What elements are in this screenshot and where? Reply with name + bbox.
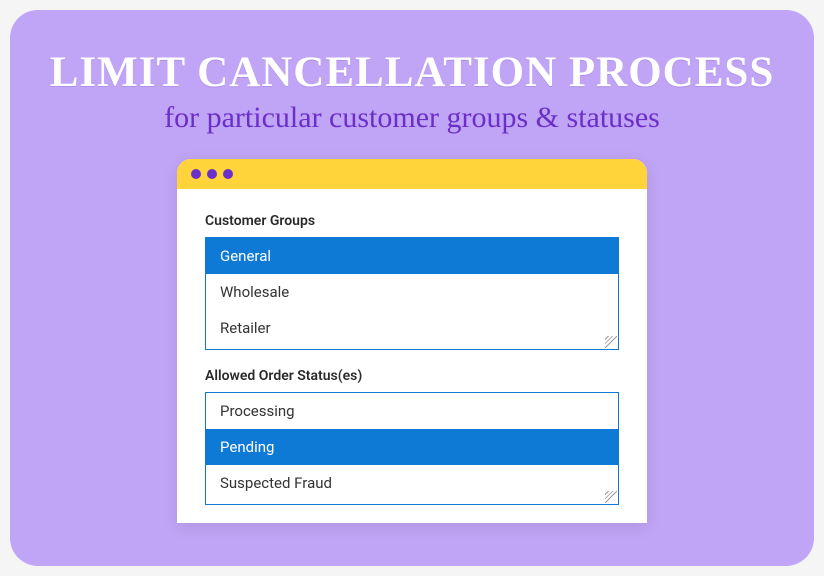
window-dot-icon — [223, 169, 233, 179]
order-status-label: Allowed Order Status(es) — [205, 368, 619, 384]
list-item[interactable]: Suspected Fraud — [206, 465, 618, 501]
list-item[interactable]: Processing — [206, 393, 618, 429]
window-titlebar — [177, 159, 647, 189]
list-item[interactable]: General — [206, 238, 618, 274]
order-status-select[interactable]: Processing Pending Suspected Fraud — [205, 392, 619, 505]
hero-title: LIMIT CANCELLATION PROCESS — [10, 48, 814, 97]
window-dot-icon — [191, 169, 201, 179]
hero-subtitle: for particular customer groups & statuse… — [10, 101, 814, 135]
customer-groups-label: Customer Groups — [205, 213, 619, 229]
list-item[interactable]: Pending — [206, 429, 618, 465]
list-item[interactable]: Retailer — [206, 310, 618, 346]
order-status-section: Allowed Order Status(es) Processing Pend… — [205, 368, 619, 505]
customer-groups-select[interactable]: General Wholesale Retailer — [205, 237, 619, 350]
hero-card: LIMIT CANCELLATION PROCESS for particula… — [10, 10, 814, 566]
window-dot-icon — [207, 169, 217, 179]
list-item[interactable]: Wholesale — [206, 274, 618, 310]
window-body: Customer Groups General Wholesale Retail… — [177, 189, 647, 505]
customer-groups-section: Customer Groups General Wholesale Retail… — [205, 213, 619, 350]
settings-window: Customer Groups General Wholesale Retail… — [177, 159, 647, 523]
